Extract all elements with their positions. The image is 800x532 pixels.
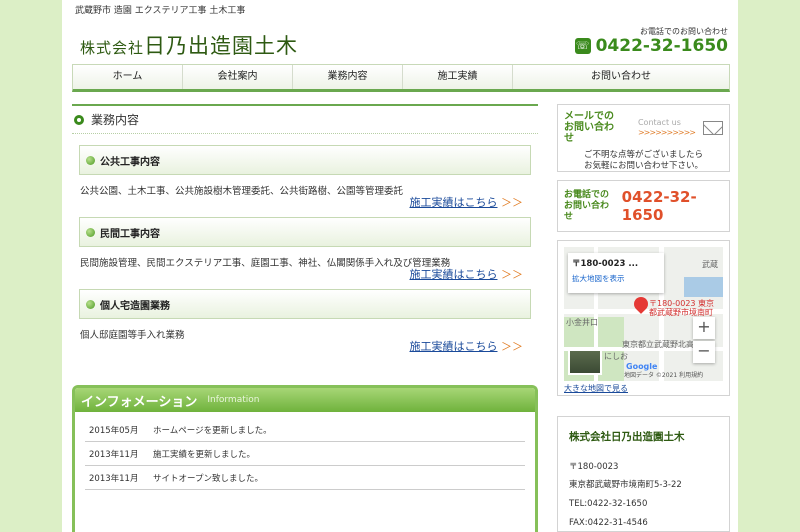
mail-description: ご不明な点等がございましたら お気軽にお問い合わせ下さい。 <box>564 150 723 172</box>
page-title-text: 業務内容 <box>91 113 140 127</box>
company-address: 東京都武蔵野市境南町5-3-22 <box>569 480 682 490</box>
contact-us-label: Contact us >>>>>>>>>> <box>637 117 696 138</box>
map-enlarge-link[interactable]: 拡大地図を表示 <box>572 273 660 284</box>
header-tel-number: 0422-32-1650 <box>595 36 728 56</box>
nav-item-home[interactable]: ホーム <box>73 65 183 89</box>
map-pin-label-line-2: 都武蔵野市境南町 <box>649 308 713 317</box>
zoom-out-button[interactable]: − <box>693 341 715 363</box>
header-tel[interactable]: ☏ 0422-32-1650 <box>574 36 728 56</box>
page: 武蔵野市 造園 エクステリア工事 土木工事 株式会社日乃出造園土木 お電話でのお… <box>62 0 738 532</box>
phone-icon: ☏ <box>574 38 591 54</box>
company-fax: FAX:0422-31-4546 <box>569 518 648 528</box>
mail-label: メールでの お問い合わせ <box>564 111 624 144</box>
envelope-icon <box>703 120 723 135</box>
tel-label-line-2: お問い合わせ <box>564 200 610 222</box>
satellite-toggle[interactable] <box>568 349 602 375</box>
section-heading: 公共工事内容 <box>79 145 531 175</box>
company-zip: 〒180-0023 <box>569 462 619 472</box>
news-text: サイトオープン致しました。 <box>153 473 263 484</box>
works-link[interactable]: 施工実績はこちら <box>410 196 498 209</box>
company-info-box: 株式会社日乃出造園土木 〒180-0023 東京都武蔵野市境南町5-3-22 T… <box>557 416 730 532</box>
nav-item-works[interactable]: 施工実績 <box>403 65 513 89</box>
company-name: 株式会社日乃出造園土木 <box>569 431 685 443</box>
map-place: 東京都立武蔵野北高 <box>622 340 694 349</box>
arrow-icon: ＞＞ <box>501 340 523 353</box>
map-info-popup: 〒180-0023 ... 拡大地図を表示 <box>568 253 664 293</box>
news-row: 2013年11月 施工実績を更新しました。 <box>85 442 525 466</box>
map-place: にしお <box>604 352 628 361</box>
logo-prefix: 株式会社 <box>80 39 145 57</box>
mail-label-line-2: お問い合わせ <box>564 122 614 144</box>
green-dot-icon <box>86 299 95 309</box>
information-title: インフォメーション <box>81 394 198 410</box>
nav-item-contact[interactable]: お問い合わせ <box>513 65 729 89</box>
tel-label-line-1: お電話での <box>564 189 610 200</box>
map-widget: 武蔵 小金井口 にしお 東京都立武蔵野北高 〒180-0023 ... 拡大地図… <box>557 240 730 396</box>
section-heading: 民間工事内容 <box>79 217 531 247</box>
information-box: インフォメーション Information 2015年05月 ホームページを更新… <box>72 385 538 532</box>
news-text: ホームページを更新しました。 <box>153 425 272 436</box>
news-row: 2013年11月 サイトオープン致しました。 <box>85 466 525 490</box>
section-text: 個人邸庭園等手入れ業務 <box>80 330 185 341</box>
section-heading-text: 民間工事内容 <box>100 228 160 240</box>
news-date: 2015年05月 <box>89 425 139 436</box>
zoom-in-button[interactable]: + <box>693 317 715 339</box>
information-header: インフォメーション Information <box>75 388 535 412</box>
service-section-public: 公共工事内容 公共公園、土木工事、公共施設樹木管理委託、公共街路樹、公園等管理委… <box>79 145 531 217</box>
site-logo[interactable]: 株式会社日乃出造園土木 <box>80 30 298 60</box>
arrow-icon: ＞＞ <box>501 268 523 281</box>
site-tagline: 武蔵野市 造園 エクステリア工事 土木工事 <box>75 6 246 16</box>
map-rail <box>684 277 723 297</box>
section-heading-text: 公共工事内容 <box>100 156 160 168</box>
sidebar-tel-number: 0422-32-1650 <box>621 188 697 224</box>
green-dot-icon <box>86 155 95 165</box>
works-link[interactable]: 施工実績はこちら <box>410 340 498 353</box>
section-text: 公共公園、土木工事、公共施設樹木管理委託、公共街路樹、公園等管理委託 <box>80 186 404 197</box>
tel-label: お電話での お問い合わせ <box>564 190 614 223</box>
map-place: 武蔵 <box>702 260 718 269</box>
works-link-row: 施工実績はこちら ＞＞ <box>79 339 531 361</box>
contact-us-text: Contact us <box>637 117 681 127</box>
green-dot-icon <box>86 227 95 237</box>
section-heading-text: 個人宅造園業務 <box>100 300 170 312</box>
company-tel: TEL:0422-32-1650 <box>569 499 648 509</box>
arrow-icon: ＞＞ <box>501 196 523 209</box>
news-date: 2013年11月 <box>89 449 139 460</box>
news-date: 2013年11月 <box>89 473 139 484</box>
map-pin-label: 〒180-0023 東京 都武蔵野市境南町 <box>649 299 714 317</box>
news-row: 2015年05月 ホームページを更新しました。 <box>85 418 525 442</box>
tel-contact-banner[interactable]: お電話での お問い合わせ 0422-32-1650 <box>557 180 730 232</box>
main-content: 業務内容 公共工事内容 公共公園、土木工事、公共施設樹木管理委託、公共街路樹、公… <box>72 104 538 361</box>
section-heading: 個人宅造園業務 <box>79 289 531 319</box>
ring-bullet-icon <box>74 114 84 125</box>
google-map[interactable]: 武蔵 小金井口 にしお 東京都立武蔵野北高 〒180-0023 ... 拡大地図… <box>564 247 723 381</box>
large-map-link[interactable]: 大きな地図で見る <box>564 383 723 394</box>
nav-item-company[interactable]: 会社案内 <box>183 65 293 89</box>
mail-label-line-1: メールでの <box>564 111 614 122</box>
information-subtitle: Information <box>207 395 260 405</box>
works-link-row: 施工実績はこちら ＞＞ <box>79 195 531 217</box>
global-nav: ホーム 会社案内 業務内容 施工実績 お問い合わせ <box>72 64 730 92</box>
contact-arrows: >>>>>>>>>> <box>637 127 696 137</box>
map-popup-title: 〒180-0023 ... <box>572 259 639 269</box>
page-title: 業務内容 <box>72 104 538 134</box>
works-link-row: 施工実績はこちら ＞＞ <box>79 267 531 289</box>
section-text: 民間施設管理、民間エクステリア工事、庭園工事、神社、仏閣関係手入れ及び管理業務 <box>80 258 451 269</box>
map-place: 小金井口 <box>566 318 598 327</box>
mail-contact-banner[interactable]: メールでの お問い合わせ Contact us >>>>>>>>>> ご不明な点… <box>557 104 730 172</box>
mail-desc-line-2: お気軽にお問い合わせ下さい。 <box>583 161 703 171</box>
map-attribution: 地図データ ©2021 利用規約 <box>624 372 704 379</box>
mail-desc-line-1: ご不明な点等がございましたら <box>583 150 703 160</box>
map-pin-label-line-1: 〒180-0023 東京 <box>649 299 715 308</box>
news-text: 施工実績を更新しました。 <box>153 449 256 460</box>
works-link[interactable]: 施工実績はこちら <box>410 268 498 281</box>
logo-name: 日乃出造園土木 <box>144 34 299 58</box>
service-section-residential: 個人宅造園業務 個人邸庭園等手入れ業務 施工実績はこちら ＞＞ <box>79 289 531 361</box>
service-section-private: 民間工事内容 民間施設管理、民間エクステリア工事、庭園工事、神社、仏閣関係手入れ… <box>79 217 531 289</box>
nav-item-services[interactable]: 業務内容 <box>293 65 403 89</box>
